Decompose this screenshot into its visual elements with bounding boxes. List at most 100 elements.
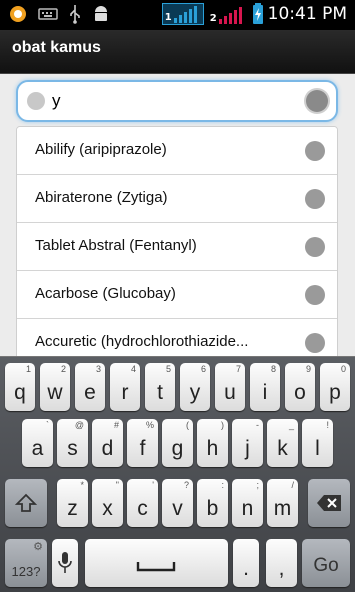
- key-h-label: h: [206, 437, 219, 460]
- key-q-alt: 1: [25, 364, 31, 374]
- key-b[interactable]: :b: [197, 479, 228, 527]
- key-m-label: m: [273, 497, 292, 520]
- key-comma[interactable]: ,: [266, 539, 297, 587]
- key-w[interactable]: 2w: [40, 363, 70, 411]
- key-r-label: r: [121, 381, 129, 404]
- key-o-alt: 9: [305, 364, 311, 374]
- main-content: Abilify (aripiprazole) Abiraterone (Zyti…: [0, 74, 355, 368]
- key-x-label: x: [102, 497, 113, 520]
- key-x[interactable]: " x: [92, 479, 123, 527]
- search-clear-icon[interactable]: [306, 90, 328, 112]
- key-p[interactable]: 0p: [320, 363, 350, 411]
- key-y[interactable]: 6y: [180, 363, 210, 411]
- space-key[interactable]: [85, 539, 228, 587]
- symbols-key[interactable]: ⚙ 123?: [5, 539, 47, 587]
- key-t[interactable]: 5t: [145, 363, 175, 411]
- key-comma-label: ,: [278, 557, 285, 580]
- key-c[interactable]: ' c: [127, 479, 158, 527]
- app-title: obat kamus: [12, 39, 101, 56]
- key-g[interactable]: (g: [162, 419, 193, 467]
- key-l[interactable]: ! l: [302, 419, 333, 467]
- key-e-alt: 3: [95, 364, 101, 374]
- list-item-label: Accuretic (hydrochlorothiazide...: [35, 333, 249, 350]
- microphone-icon: [58, 552, 72, 573]
- app-notification-icon: [10, 6, 26, 22]
- key-q[interactable]: 1q: [5, 363, 35, 411]
- keyboard-notification-icon: [38, 8, 58, 20]
- key-d[interactable]: # d: [92, 419, 123, 467]
- list-item[interactable]: Abilify (aripiprazole): [17, 127, 337, 175]
- app-title-bar: obat kamus: [0, 30, 355, 74]
- key-i-alt: 8: [270, 364, 276, 374]
- key-z-label: z: [67, 497, 78, 520]
- sim1-signal-icon: 1: [161, 3, 204, 25]
- key-k[interactable]: _ k: [267, 419, 298, 467]
- android-icon: [95, 6, 107, 21]
- key-z[interactable]: * z: [57, 479, 88, 527]
- key-v[interactable]: ? v: [162, 479, 193, 527]
- key-n-alt: ;: [256, 480, 259, 490]
- list-item-icon: [305, 333, 325, 353]
- key-d-label: d: [101, 437, 114, 460]
- key-t-label: t: [157, 381, 163, 404]
- list-item-icon: [305, 141, 325, 161]
- list-item[interactable]: Abiraterone (Zytiga): [17, 175, 337, 223]
- status-bar: 1 2 10:41 PM: [0, 0, 355, 30]
- list-item-icon: [305, 285, 325, 305]
- key-s-alt: @: [74, 420, 84, 430]
- key-d-alt: #: [113, 420, 119, 430]
- key-j-alt: -: [256, 420, 259, 430]
- key-period[interactable]: .: [233, 539, 259, 587]
- key-i[interactable]: 8i: [250, 363, 280, 411]
- key-n-label: n: [241, 497, 254, 520]
- sim1-label: 1: [164, 12, 172, 23]
- key-b-alt: :: [221, 480, 224, 490]
- key-e[interactable]: 3e: [75, 363, 105, 411]
- key-b-label: b: [206, 497, 219, 520]
- key-a[interactable]: ` a: [22, 419, 53, 467]
- battery-charging-icon: [252, 3, 263, 24]
- key-o[interactable]: 9o: [285, 363, 315, 411]
- key-h-alt: ): [221, 420, 224, 430]
- status-clock: 10:41 PM: [267, 4, 347, 24]
- key-i-label: i: [262, 381, 268, 404]
- sim2-signal-icon: 2: [208, 3, 248, 25]
- key-w-alt: 2: [60, 364, 66, 374]
- key-u-alt: 7: [235, 364, 241, 374]
- key-r[interactable]: 4r: [110, 363, 140, 411]
- key-u[interactable]: 7u: [215, 363, 245, 411]
- key-n[interactable]: ; n: [232, 479, 263, 527]
- key-g-alt: (: [186, 420, 189, 430]
- key-w-label: w: [47, 381, 63, 404]
- list-item-icon: [305, 237, 325, 257]
- search-box[interactable]: [16, 80, 338, 122]
- list-item-label: Abilify (aripiprazole): [35, 141, 167, 158]
- key-s[interactable]: @ s: [57, 419, 88, 467]
- key-m-alt: /: [291, 480, 294, 490]
- key-g-label: g: [171, 437, 184, 460]
- backspace-key[interactable]: [308, 479, 350, 527]
- key-k-label: k: [277, 437, 288, 460]
- voice-input-key[interactable]: [52, 539, 78, 587]
- key-f[interactable]: % f: [127, 419, 158, 467]
- search-left-icon: [27, 92, 45, 110]
- key-l-alt: !: [326, 420, 329, 430]
- key-j[interactable]: -j: [232, 419, 263, 467]
- list-item[interactable]: Tablet Abstral (Fentanyl): [17, 223, 337, 271]
- key-j-label: j: [245, 437, 250, 460]
- key-a-alt: `: [46, 420, 49, 430]
- list-item-icon: [305, 189, 325, 209]
- list-item-label: Acarbose (Glucobay): [35, 285, 176, 302]
- key-period-label: .: [243, 557, 249, 580]
- usb-icon: [70, 5, 80, 24]
- symbols-key-label: 123?: [11, 564, 41, 579]
- key-m[interactable]: / m: [267, 479, 298, 527]
- go-key[interactable]: Go: [302, 539, 350, 587]
- key-x-alt: ": [115, 480, 119, 490]
- shift-key[interactable]: [5, 479, 47, 527]
- soft-keyboard: 1q 2w 3e 4r 5t 6y 7u 8i 9o 0p ` a @ s # d %…: [0, 356, 355, 592]
- key-l-label: l: [315, 437, 320, 460]
- key-h[interactable]: ) h: [197, 419, 228, 467]
- search-input[interactable]: [52, 88, 292, 114]
- list-item[interactable]: Acarbose (Glucobay): [17, 271, 337, 319]
